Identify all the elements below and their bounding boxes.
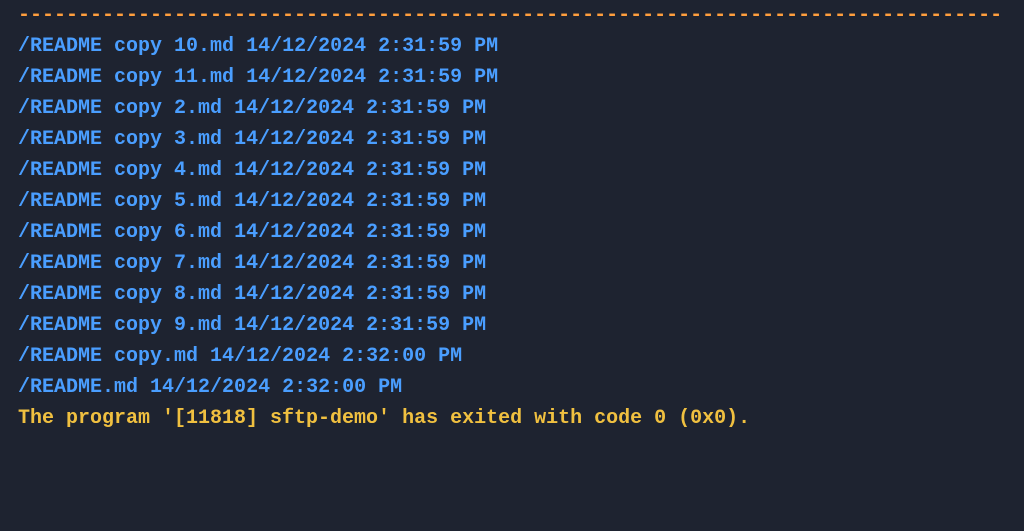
file-entry: /README copy.md 14/12/2024 2:32:00 PM (18, 341, 1006, 372)
separator-line: ----------------------------------------… (18, 0, 1006, 31)
file-entry: /README copy 8.md 14/12/2024 2:31:59 PM (18, 279, 1006, 310)
file-entry: /README copy 6.md 14/12/2024 2:31:59 PM (18, 217, 1006, 248)
file-entry: /README.md 14/12/2024 2:32:00 PM (18, 372, 1006, 403)
file-entry: /README copy 10.md 14/12/2024 2:31:59 PM (18, 31, 1006, 62)
exit-message: The program '[11818] sftp-demo' has exit… (18, 403, 1006, 434)
file-entry: /README copy 5.md 14/12/2024 2:31:59 PM (18, 186, 1006, 217)
file-entry: /README copy 9.md 14/12/2024 2:31:59 PM (18, 310, 1006, 341)
file-entry: /README copy 3.md 14/12/2024 2:31:59 PM (18, 124, 1006, 155)
file-entry: /README copy 2.md 14/12/2024 2:31:59 PM (18, 93, 1006, 124)
file-entry: /README copy 4.md 14/12/2024 2:31:59 PM (18, 155, 1006, 186)
file-entry: /README copy 11.md 14/12/2024 2:31:59 PM (18, 62, 1006, 93)
file-listing: /README copy 10.md 14/12/2024 2:31:59 PM… (18, 31, 1006, 403)
file-entry: /README copy 7.md 14/12/2024 2:31:59 PM (18, 248, 1006, 279)
